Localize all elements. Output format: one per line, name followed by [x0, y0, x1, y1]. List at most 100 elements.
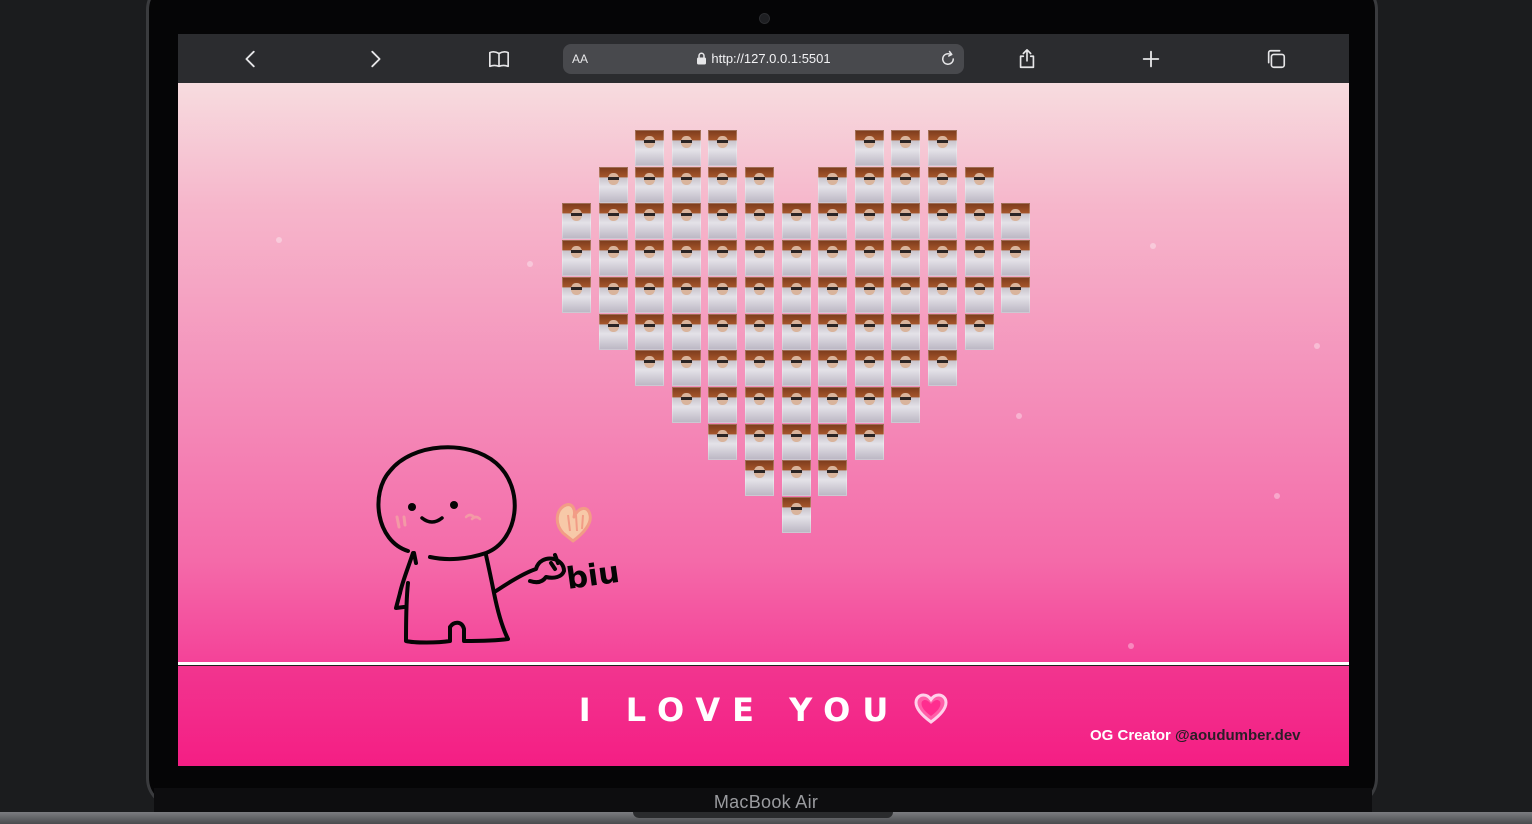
heart-photo-tile: [635, 314, 664, 350]
heart-photo-tile: [708, 424, 737, 460]
heart-photo-tile: [782, 240, 811, 276]
heart-photo-tile: [708, 203, 737, 239]
reload-icon[interactable]: [939, 50, 957, 68]
heart-photo-tile: [891, 387, 920, 423]
heart-photo-tile: [928, 314, 957, 350]
heart-photo-tile: [818, 240, 847, 276]
browser-toolbar: AA http://127.0.0.1:5501: [178, 34, 1349, 83]
doodle-text: biu: [564, 555, 621, 597]
heart-photo-tile: [855, 314, 884, 350]
heart-photo-tile: [599, 203, 628, 239]
heart-photo-tile: [635, 240, 664, 276]
credit-handle[interactable]: @aoudumber.dev: [1175, 727, 1301, 744]
heart-icon: [914, 693, 948, 724]
heart-photo-tile: [891, 350, 920, 386]
heart-photo-tile: [672, 387, 701, 423]
heart-photo-tile: [855, 424, 884, 460]
love-headline: I LOVE YOU: [578, 691, 901, 729]
heart-photo-tile: [928, 240, 957, 276]
heart-photo-tile: [891, 203, 920, 239]
heart-photo-tile: [782, 314, 811, 350]
heart-photo-tile: [1001, 277, 1030, 313]
heart-photo-tile: [635, 130, 664, 166]
forward-button[interactable]: [362, 46, 388, 72]
web-page: biu I LOVE YOU OG Creator @aoudumber.dev: [178, 83, 1349, 766]
heart-photo-tile: [818, 424, 847, 460]
camera-icon: [759, 13, 770, 24]
heart-photo-tile: [928, 350, 957, 386]
heart-photo-tile: [782, 387, 811, 423]
heart-photo-tile: [708, 240, 737, 276]
new-tab-button[interactable]: [1138, 46, 1164, 72]
waving-character-doodle: biu: [376, 445, 622, 645]
heart-photo-tile: [1001, 240, 1030, 276]
credit-line: OG Creator @aoudumber.dev: [1090, 727, 1301, 744]
heart-photo-tile: [818, 203, 847, 239]
share-button[interactable]: [1014, 46, 1040, 72]
heart-photo-tile: [855, 350, 884, 386]
heart-photo-tile: [635, 203, 664, 239]
credit-label: OG Creator: [1090, 727, 1171, 744]
heart-photo-tile: [745, 350, 774, 386]
back-button[interactable]: [238, 46, 264, 72]
heart-photo-tile: [708, 387, 737, 423]
heart-photo-tile: [708, 350, 737, 386]
heart-photo-tile: [672, 203, 701, 239]
heart-photo-tile: [855, 277, 884, 313]
laptop-notch: [633, 812, 893, 818]
heart-photo-tile: [745, 460, 774, 496]
tabs-overview-icon: [1267, 49, 1286, 69]
heart-photo-tile: [855, 130, 884, 166]
screen: AA http://127.0.0.1:5501 biu I LOVE YOU …: [178, 34, 1349, 766]
heart-photo-tile: [672, 240, 701, 276]
heart-photo-tile: [965, 203, 994, 239]
heart-photo-tile: [782, 277, 811, 313]
heart-photo-tile: [782, 460, 811, 496]
heart-photo-tile: [599, 314, 628, 350]
heart-photo-tile: [599, 167, 628, 203]
heart-photo-tile: [672, 277, 701, 313]
heart-photo-tile: [745, 240, 774, 276]
bookmarks-icon: [489, 51, 509, 68]
heart-photo-tile: [928, 277, 957, 313]
heart-photo-tile: [708, 167, 737, 203]
heart-photo-tile: [745, 314, 774, 350]
heart-photo-tile: [635, 167, 664, 203]
heart-photo-tile: [891, 314, 920, 350]
heart-photo-tile: [562, 240, 591, 276]
heart-photo-tile: [782, 350, 811, 386]
heart-photo-tile: [708, 314, 737, 350]
heart-photo-tile: [782, 203, 811, 239]
heart-photo-tile: [928, 167, 957, 203]
heart-photo-tile: [818, 314, 847, 350]
heart-photo-tile: [965, 314, 994, 350]
heart-photo-tile: [635, 277, 664, 313]
heart-photo-tile: [782, 424, 811, 460]
heart-photo-tile: [745, 203, 774, 239]
heart-photo-tile: [708, 130, 737, 166]
love-headline-container: I LOVE YOU: [178, 691, 1349, 729]
heart-photo-tile: [855, 387, 884, 423]
heart-photo-tile: [855, 203, 884, 239]
bookmarks-button[interactable]: [486, 46, 512, 72]
heart-photo-tile: [818, 167, 847, 203]
address-bar[interactable]: AA http://127.0.0.1:5501: [563, 44, 964, 74]
heart-photo-tile: [672, 167, 701, 203]
heart-photo-tile: [818, 350, 847, 386]
heart-photo-tile: [745, 424, 774, 460]
heart-photo-tile: [855, 240, 884, 276]
heart-photo-tile: [599, 277, 628, 313]
heart-photo-tile: [965, 167, 994, 203]
tabs-overview-button[interactable]: [1263, 46, 1289, 72]
sparkle: [1128, 643, 1134, 649]
forward-icon: [371, 50, 381, 68]
heart-photo-tile: [965, 240, 994, 276]
heart-photo-tile: [745, 277, 774, 313]
share-icon: [1019, 49, 1035, 69]
new-tab-icon: [1142, 50, 1160, 68]
heart-photo-tile: [635, 350, 664, 386]
heart-photo-tile: [891, 130, 920, 166]
back-icon: [245, 50, 255, 68]
ground-line: [178, 662, 1349, 665]
heart-photo-tile: [965, 277, 994, 313]
